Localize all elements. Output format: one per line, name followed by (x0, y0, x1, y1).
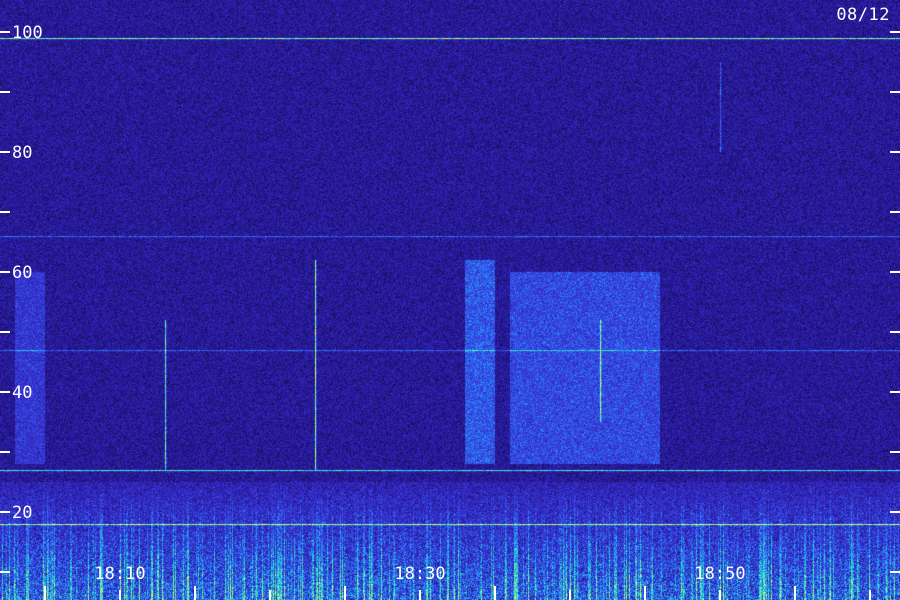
y-tick-label-20: 20 (12, 503, 32, 523)
x-tick-label-1850: 18:50 (694, 564, 745, 584)
axes-overlay: 20 40 60 80 100 18:10 18:30 18:50 (0, 23, 900, 600)
y-tick-label-40: 40 (12, 383, 32, 403)
x-tick-label-1830: 18:30 (394, 564, 445, 584)
spectrogram-panel: 20 40 60 80 100 18:10 18:30 18:50 08/12 (0, 0, 900, 600)
y-tick-label-100: 100 (12, 23, 43, 43)
x-tick-label-1810: 18:10 (94, 564, 145, 584)
y-tick-label-80: 80 (12, 143, 32, 163)
date-label: 08/12 (836, 5, 890, 25)
y-tick-label-60: 60 (12, 263, 32, 283)
